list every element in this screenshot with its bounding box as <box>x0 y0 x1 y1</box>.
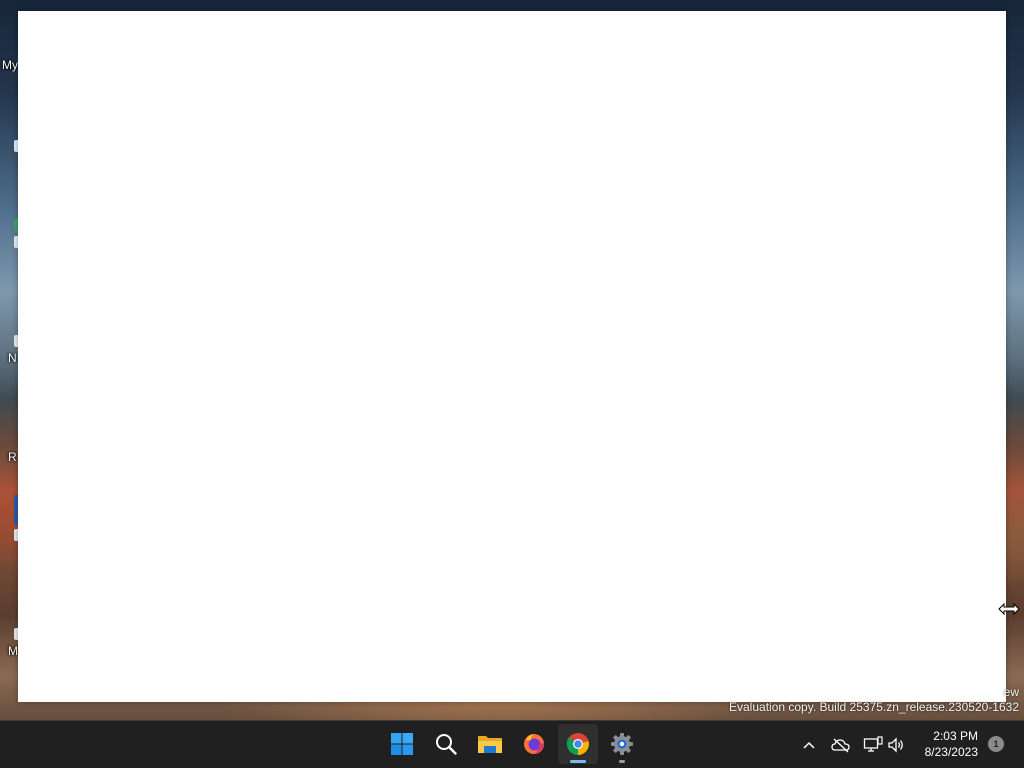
chrome-button[interactable] <box>558 724 598 764</box>
desktop-icon-label: N <box>8 351 17 365</box>
running-app-indicator <box>619 760 625 763</box>
folder-icon <box>478 736 502 753</box>
volume-icon <box>888 737 903 753</box>
taskbar: 2:03 PM 8/23/2023 1 <box>0 720 1024 768</box>
network-icon <box>863 736 883 752</box>
chrome-icon <box>566 733 589 756</box>
settings-button[interactable] <box>602 724 642 764</box>
watermark-line-1: ew <box>1003 685 1019 699</box>
evaluation-watermark: ew Evaluation copy. Build 25375.zn_relea… <box>729 685 1019 715</box>
windows-logo-icon <box>391 733 413 755</box>
search-button[interactable] <box>426 724 466 764</box>
desktop-icon-label: R <box>8 450 17 464</box>
notification-badge[interactable]: 1 <box>988 736 1004 752</box>
clock-time: 2:03 PM <box>933 729 978 743</box>
clock[interactable]: 2:03 PM 8/23/2023 <box>925 728 978 760</box>
search-icon <box>436 734 457 755</box>
desktop[interactable]: My N R M ew Evaluation copy. Build 25375… <box>0 0 1024 768</box>
active-app-indicator <box>570 760 586 763</box>
firefox-button[interactable] <box>514 724 554 764</box>
firefox-icon <box>524 734 544 754</box>
app-window[interactable] <box>18 11 1006 702</box>
cloud-off-icon <box>831 738 850 753</box>
onedrive-status-button[interactable] <box>830 733 852 757</box>
desktop-icon-label: My <box>2 58 18 72</box>
show-hidden-icons-button[interactable] <box>800 733 818 757</box>
resize-horizontal-cursor-icon <box>997 601 1021 617</box>
chevron-up-icon <box>803 741 815 749</box>
gear-icon <box>611 733 633 755</box>
start-button[interactable] <box>382 724 422 764</box>
watermark-line-2: Evaluation copy. Build 25375.zn_release.… <box>729 700 1019 714</box>
desktop-icon-label: M <box>8 644 18 658</box>
clock-date: 8/23/2023 <box>924 745 978 759</box>
volume-button[interactable] <box>886 733 906 757</box>
network-button[interactable] <box>862 733 884 757</box>
file-explorer-button[interactable] <box>470 724 510 764</box>
